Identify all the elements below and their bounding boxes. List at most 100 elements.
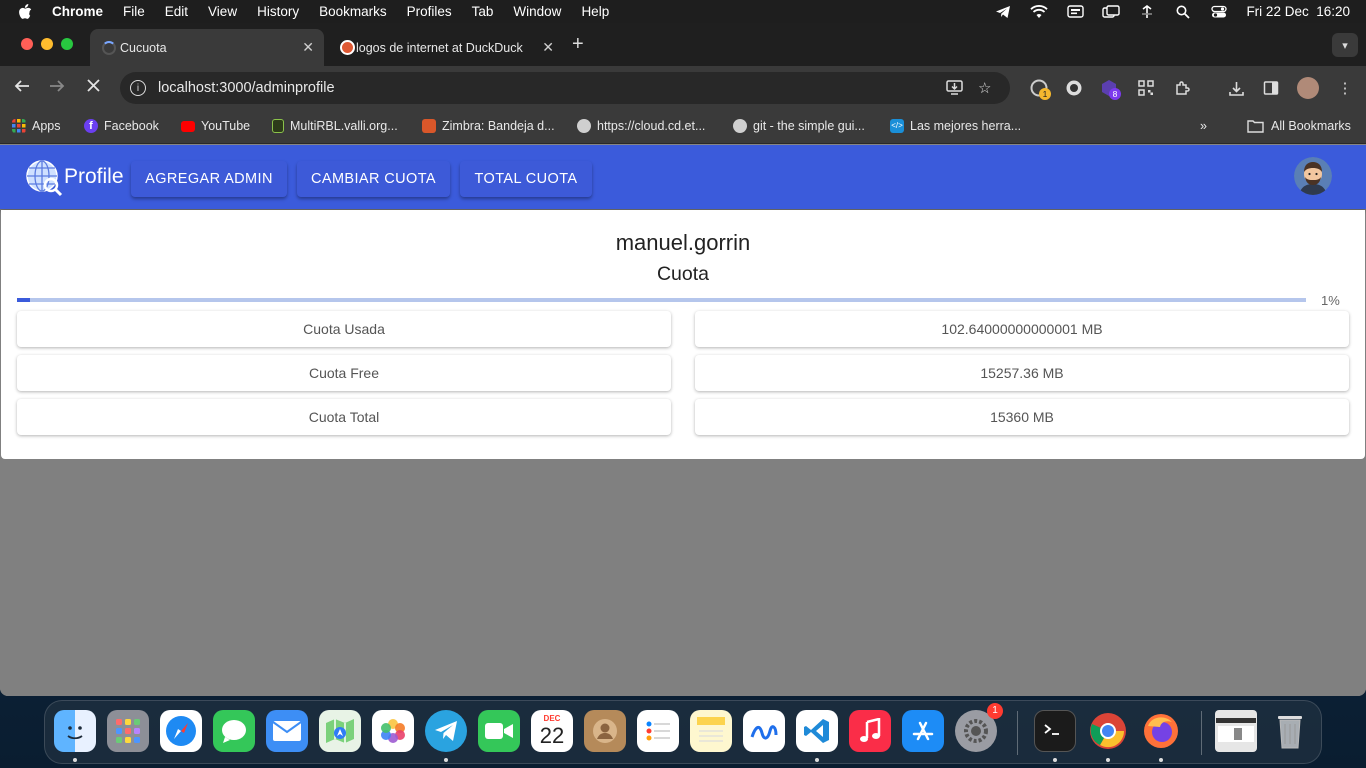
user-avatar[interactable] [1294,157,1332,195]
total-cuota-button[interactable]: TOTAL CUOTA [460,161,592,197]
messages-icon[interactable] [213,710,255,752]
menu-profiles[interactable]: Profiles [407,4,452,19]
facebook-icon: f [84,119,98,133]
qr-code-icon[interactable] [1137,79,1155,97]
telegram-icon[interactable] [425,710,467,752]
bookmark-facebook[interactable]: f Facebook [84,119,159,133]
stop-loading-button[interactable] [86,78,101,98]
close-window-button[interactable] [21,38,33,50]
bookmark-multirbl[interactable]: MultiRBL.valli.org... [272,119,398,133]
menu-tab[interactable]: Tab [472,4,494,19]
contacts-icon[interactable] [584,710,626,752]
bookmark-label: Apps [32,119,61,133]
url-text[interactable]: localhost:3000/adminprofile [158,80,335,96]
facetime-icon[interactable] [478,710,520,752]
photos-icon[interactable] [372,710,414,752]
close-tab-icon[interactable]: ✕ [302,39,314,56]
menu-app-name[interactable]: Chrome [52,4,103,19]
downloads-icon[interactable] [1227,79,1245,97]
bookmark-youtube[interactable]: YouTube [181,119,250,133]
chrome-menu-icon[interactable]: ⋮ [1336,79,1354,97]
menu-edit[interactable]: Edit [165,4,188,19]
chrome-icon[interactable] [1087,710,1129,752]
calendar-icon[interactable]: DEC 22 [531,710,573,752]
agregar-admin-button[interactable]: AGREGAR ADMIN [131,161,287,197]
vscode-icon[interactable] [796,710,838,752]
back-button[interactable] [14,78,30,99]
duckduckgo-icon [340,40,355,55]
youtube-icon [181,120,195,132]
notes-icon[interactable] [690,710,732,752]
minimize-window-button[interactable] [41,38,53,50]
address-bar[interactable]: i localhost:3000/adminprofile ☆ [120,72,1010,104]
maximize-window-button[interactable] [61,38,73,50]
profile-avatar-icon[interactable] [1297,77,1319,99]
cambiar-cuota-button[interactable]: CAMBIAR CUOTA [297,161,450,197]
tab-duckduckgo[interactable]: logos de internet at DuckDuck ✕ [326,29,564,66]
system-settings-icon[interactable]: 1 [955,703,1003,752]
safari-icon[interactable] [160,710,202,752]
screenshot-thumbnail[interactable] [1215,710,1257,752]
freeform-icon[interactable] [743,710,785,752]
quota-subtitle: Cuota [656,263,710,285]
quota-total-value: 15360 MB [695,399,1349,435]
app-brand-title[interactable]: Profile [64,165,124,189]
extensions-puzzle-icon[interactable] [1173,79,1191,97]
reminders-icon[interactable] [637,710,679,752]
new-tab-button[interactable]: + [572,34,584,54]
trash-icon[interactable] [1269,710,1311,752]
all-bookmarks-folder[interactable]: All Bookmarks [1247,119,1351,133]
telegram-status-icon[interactable] [994,5,1012,19]
menu-bookmarks[interactable]: Bookmarks [319,4,387,19]
menu-help[interactable]: Help [581,4,609,19]
menu-window[interactable]: Window [513,4,561,19]
more-bookmarks-icon[interactable]: » [1200,119,1207,133]
quota-free-label: Cuota Free [17,355,671,391]
firefox-icon[interactable] [1140,710,1182,752]
menu-file[interactable]: File [123,4,145,19]
bookmark-label: Facebook [104,119,159,133]
bookmark-git[interactable]: git - the simple gui... [733,119,865,133]
bookmark-star-icon[interactable]: ☆ [978,79,991,97]
bookmark-cloud[interactable]: https://cloud.cd.et... [577,119,705,133]
site-info-icon[interactable]: i [130,80,146,96]
quota-free-value: 15257.36 MB [695,355,1349,391]
running-indicator [1159,758,1163,762]
dock-separator [1017,711,1018,755]
extension-icon-2[interactable] [1065,79,1083,97]
keyboard-input-icon[interactable] [1066,5,1084,19]
launchpad-icon[interactable] [107,710,149,752]
menu-view[interactable]: View [208,4,237,19]
network-activity-icon[interactable] [1138,4,1156,19]
multirbl-icon [272,119,284,133]
extension-icon-1[interactable]: 1 [1030,79,1051,100]
music-icon[interactable] [849,710,891,752]
menu-history[interactable]: History [257,4,299,19]
mail-icon[interactable] [266,710,308,752]
quota-used-label: Cuota Usada [17,311,671,347]
install-app-icon[interactable] [946,79,963,99]
tab-search-button[interactable]: ▾ [1332,33,1358,57]
app-store-icon[interactable] [902,710,944,752]
extension-icon-3[interactable]: 8 [1100,79,1121,100]
close-tab-icon[interactable]: ✕ [542,39,554,56]
finder-icon[interactable] [54,710,96,752]
bookmark-apps[interactable]: Apps [12,119,61,133]
wifi-icon[interactable] [1030,4,1049,19]
screen-mirroring-icon[interactable] [1102,4,1121,19]
tab-cucuota[interactable]: Cucuota ✕ [90,29,324,66]
bookmark-zimbra[interactable]: Zimbra: Bandeja d... [422,119,555,133]
control-center-icon[interactable] [1210,5,1228,19]
menubar-clock[interactable]: Fri 22 Dec 16:20 [1246,4,1350,19]
maps-icon[interactable] [319,710,361,752]
tab-title: logos de internet at DuckDuck [356,40,523,55]
apple-icon[interactable] [18,3,36,20]
notification-badge: 1 [987,703,1003,719]
forward-button[interactable] [49,78,65,99]
browser-window: Cucuota ✕ logos de internet at DuckDuck … [0,23,1366,696]
side-panel-icon[interactable] [1262,79,1280,97]
bookmark-herramientas[interactable]: </> Las mejores herra... [890,119,1021,133]
profile-card: manuel.gorrin Cuota 1% Cuota Usada 102.6… [1,210,1365,459]
terminal-icon[interactable] [1034,710,1076,752]
spotlight-search-icon[interactable] [1174,5,1192,19]
